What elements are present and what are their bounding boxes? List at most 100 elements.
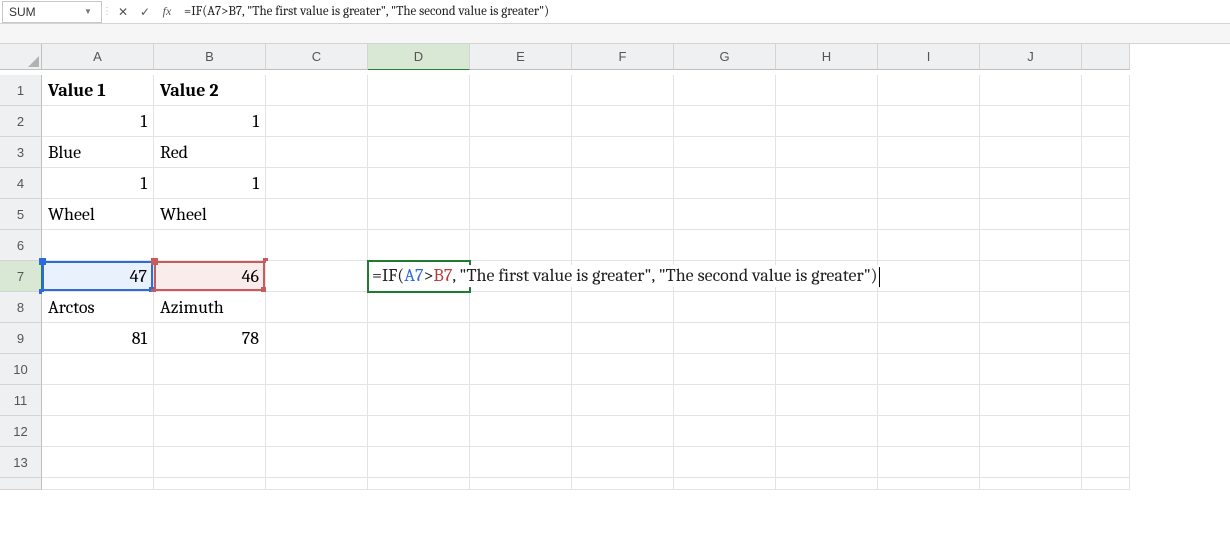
row-header-1[interactable]: 1: [0, 75, 42, 106]
cell-D6[interactable]: [368, 230, 470, 261]
cell-A4[interactable]: 1: [42, 168, 154, 199]
cell-D11[interactable]: [368, 385, 470, 416]
cell-filler-6[interactable]: [1082, 230, 1130, 261]
cell-G1[interactable]: [674, 75, 776, 106]
fx-icon[interactable]: fx: [156, 1, 178, 23]
cell-I12[interactable]: [878, 416, 980, 447]
row-header-9[interactable]: 9: [0, 323, 42, 354]
cell-F10[interactable]: [572, 354, 674, 385]
cell-G8[interactable]: [674, 292, 776, 323]
cell-B2[interactable]: 1: [154, 106, 266, 137]
name-box[interactable]: SUM ▼: [2, 1, 102, 23]
cell-G4[interactable]: [674, 168, 776, 199]
cell-B5[interactable]: Wheel: [154, 199, 266, 230]
column-header-G[interactable]: G: [674, 44, 776, 70]
cell-D3[interactable]: [368, 137, 470, 168]
cell-B9[interactable]: 78: [154, 323, 266, 354]
cell-I7[interactable]: [878, 261, 980, 292]
row-header-8[interactable]: 8: [0, 292, 42, 323]
cell-A11[interactable]: [42, 385, 154, 416]
cell-J9[interactable]: [980, 323, 1082, 354]
cell-J2[interactable]: [980, 106, 1082, 137]
cancel-formula-button[interactable]: ✕: [112, 1, 134, 23]
cell-A5[interactable]: Wheel: [42, 199, 154, 230]
cell-J12[interactable]: [980, 416, 1082, 447]
formula-input[interactable]: [178, 1, 1230, 23]
cell-H5[interactable]: [776, 199, 878, 230]
cell-I11[interactable]: [878, 385, 980, 416]
cell-A10[interactable]: [42, 354, 154, 385]
cell-H3[interactable]: [776, 137, 878, 168]
cell-F2[interactable]: [572, 106, 674, 137]
cell-E9[interactable]: [470, 323, 572, 354]
cell-C7[interactable]: [266, 261, 368, 292]
row-header-3[interactable]: 3: [0, 137, 42, 168]
cell-G11[interactable]: [674, 385, 776, 416]
row-header-5[interactable]: 5: [0, 199, 42, 230]
cell-H13[interactable]: [776, 447, 878, 478]
cell-C3[interactable]: [266, 137, 368, 168]
cell-J3[interactable]: [980, 137, 1082, 168]
cell-B10[interactable]: [154, 354, 266, 385]
row-header-14-partial[interactable]: [0, 478, 42, 490]
cell-G5[interactable]: [674, 199, 776, 230]
cell-B1[interactable]: Value 2: [154, 75, 266, 106]
cell-F13[interactable]: [572, 447, 674, 478]
cell-filler-13[interactable]: [1082, 447, 1130, 478]
cell-F12[interactable]: [572, 416, 674, 447]
cell-I4[interactable]: [878, 168, 980, 199]
column-header-E[interactable]: E: [470, 44, 572, 70]
cell-G12[interactable]: [674, 416, 776, 447]
cell-J5[interactable]: [980, 199, 1082, 230]
row-header-11[interactable]: 11: [0, 385, 42, 416]
cell-C8[interactable]: [266, 292, 368, 323]
cell-D1[interactable]: [368, 75, 470, 106]
row-header-10[interactable]: 10: [0, 354, 42, 385]
cell-D4[interactable]: [368, 168, 470, 199]
cell-I8[interactable]: [878, 292, 980, 323]
cell-A1[interactable]: Value 1: [42, 75, 154, 106]
cell-F3[interactable]: [572, 137, 674, 168]
cell-J1[interactable]: [980, 75, 1082, 106]
cell-E13[interactable]: [470, 447, 572, 478]
cell-B7[interactable]: 46: [154, 261, 266, 292]
cell-C12[interactable]: [266, 416, 368, 447]
cell-H12[interactable]: [776, 416, 878, 447]
cell-E1[interactable]: [470, 75, 572, 106]
cell-F11[interactable]: [572, 385, 674, 416]
cell-D2[interactable]: [368, 106, 470, 137]
row-header-4[interactable]: 4: [0, 168, 42, 199]
cell-I10[interactable]: [878, 354, 980, 385]
cell-F5[interactable]: [572, 199, 674, 230]
cell-C13[interactable]: [266, 447, 368, 478]
cell-filler-1[interactable]: [1082, 75, 1130, 106]
cell-H1[interactable]: [776, 75, 878, 106]
cell-E8[interactable]: [470, 292, 572, 323]
cell-F1[interactable]: [572, 75, 674, 106]
cell-E11[interactable]: [470, 385, 572, 416]
cell-H4[interactable]: [776, 168, 878, 199]
cell-filler-12[interactable]: [1082, 416, 1130, 447]
cell-E4[interactable]: [470, 168, 572, 199]
cell-B8[interactable]: Azimuth: [154, 292, 266, 323]
cell-E3[interactable]: [470, 137, 572, 168]
row-header-7[interactable]: 7: [0, 261, 42, 292]
cell-J7[interactable]: [980, 261, 1082, 292]
cell-D7[interactable]: =IF(A7>B7, "The first value is greater",…: [368, 261, 470, 292]
cell-H2[interactable]: [776, 106, 878, 137]
cell-filler-8[interactable]: [1082, 292, 1130, 323]
cell-I9[interactable]: [878, 323, 980, 354]
cell-H11[interactable]: [776, 385, 878, 416]
cell-B6[interactable]: [154, 230, 266, 261]
cell-filler-7[interactable]: [1082, 261, 1130, 292]
cell-I1[interactable]: [878, 75, 980, 106]
cell-D13[interactable]: [368, 447, 470, 478]
cell-I6[interactable]: [878, 230, 980, 261]
cell-A8[interactable]: Arctos: [42, 292, 154, 323]
cell-filler-11[interactable]: [1082, 385, 1130, 416]
cell-J11[interactable]: [980, 385, 1082, 416]
cell-I13[interactable]: [878, 447, 980, 478]
cell-D8[interactable]: [368, 292, 470, 323]
column-header-F[interactable]: F: [572, 44, 674, 70]
cell-E10[interactable]: [470, 354, 572, 385]
